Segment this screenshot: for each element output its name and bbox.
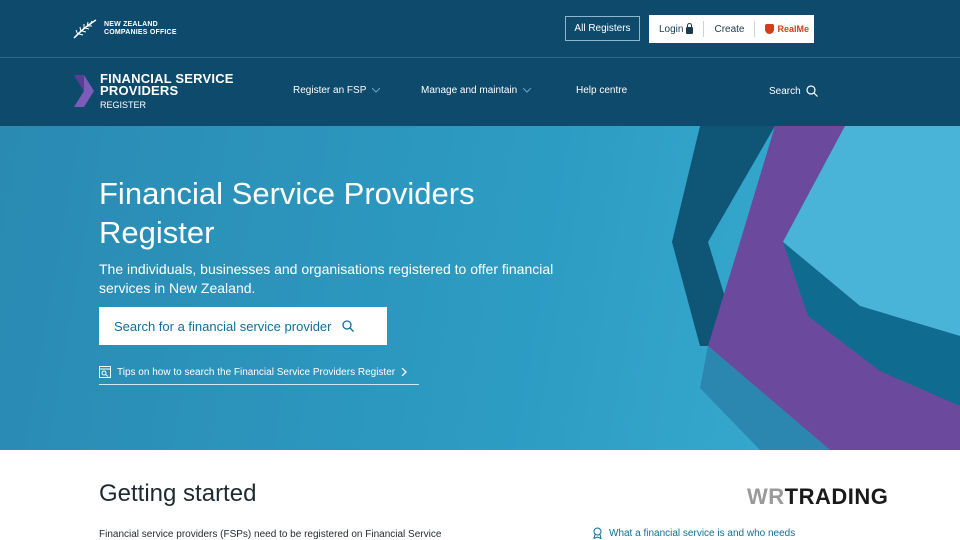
- realme-shield-icon: [765, 24, 775, 34]
- chevron-right-icon: [401, 368, 408, 376]
- hero-banner: Financial Service Providers Register The…: [0, 126, 960, 450]
- nav-manage-maintain[interactable]: Manage and maintain: [421, 85, 532, 96]
- nav-label: Help centre: [576, 85, 628, 96]
- nav-label: Register an FSP: [293, 85, 367, 96]
- companies-office-logo[interactable]: NEW ZEALAND COMPANIES OFFICE: [72, 16, 177, 42]
- getting-started-intro: Financial service providers (FSPs) need …: [99, 529, 442, 540]
- side-link-label: What a financial service is and who need…: [609, 527, 796, 539]
- financial-service-info-link[interactable]: What a financial service is and who need…: [592, 527, 795, 539]
- nav-register-fsp[interactable]: Register an FSP: [293, 85, 381, 96]
- all-registers-button[interactable]: All Registers: [565, 16, 640, 41]
- fsp-register-logo[interactable]: FINANCIAL SERVICE PROVIDERS REGISTER: [72, 72, 234, 110]
- nav-label: Manage and maintain: [421, 85, 518, 96]
- search-icon: [341, 320, 354, 332]
- logo-title-2: PROVIDERS: [100, 83, 179, 98]
- create-button[interactable]: Create: [704, 21, 756, 37]
- search-fsp-label: Search for a financial service provider: [114, 318, 332, 334]
- search-fsp-button[interactable]: Search for a financial service provider: [99, 307, 387, 345]
- tips-label: Tips on how to search the Financial Serv…: [117, 366, 396, 378]
- header-search-button[interactable]: Search: [769, 85, 818, 97]
- logo-line-2: COMPANIES OFFICE: [104, 29, 177, 36]
- chevron-down-icon: [372, 88, 381, 93]
- realme-button[interactable]: RealMe: [755, 24, 819, 34]
- watermark-trading: TRADING: [784, 484, 889, 509]
- search-label: Search: [769, 85, 801, 97]
- auth-box: Login Create RealMe: [649, 15, 814, 43]
- search-tips-link[interactable]: Tips on how to search the Financial Serv…: [99, 366, 419, 385]
- watermark-wr: WR: [747, 484, 785, 509]
- fern-icon: [73, 19, 97, 39]
- main-nav: FINANCIAL SERVICE PROVIDERS REGISTER Reg…: [0, 58, 960, 126]
- page-title: Financial Service Providers Register: [99, 176, 475, 250]
- wr-trading-watermark: WRTRADING: [747, 484, 888, 510]
- getting-started-heading: Getting started: [99, 480, 257, 507]
- login-button[interactable]: Login: [649, 21, 705, 37]
- badge-icon: [593, 527, 602, 539]
- realme-label: RealMe: [777, 24, 809, 34]
- nav-help-centre[interactable]: Help centre: [576, 85, 627, 96]
- hero-subtitle: The individuals, businesses and organisa…: [99, 261, 554, 296]
- chevron-down-icon: [523, 88, 532, 93]
- logo-subtitle: REGISTER: [100, 100, 147, 110]
- top-bar: NEW ZEALAND COMPANIES OFFICE All Registe…: [0, 0, 960, 58]
- search-icon: [806, 85, 818, 97]
- login-label: Login: [659, 23, 684, 35]
- logo-line-1: NEW ZEALAND: [104, 21, 158, 28]
- lock-icon: [686, 22, 694, 34]
- document-search-icon: [99, 366, 111, 378]
- chevron-logo-icon: [74, 75, 94, 107]
